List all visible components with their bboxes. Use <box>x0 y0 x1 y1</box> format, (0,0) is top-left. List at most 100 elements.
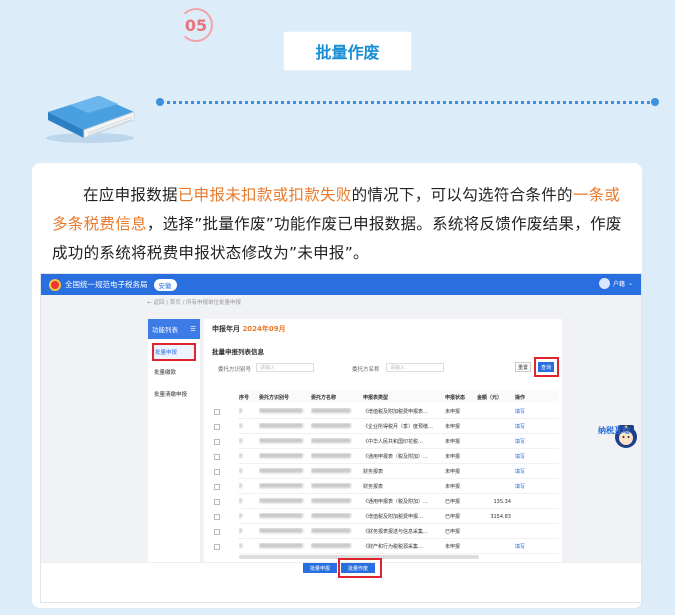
row-type: 《企业所得税月（季）度预缴… <box>363 424 434 430</box>
row-index-mark <box>239 528 259 535</box>
table-row[interactable]: 《财务报表报送与信息采集… 已申报 <box>239 525 559 539</box>
row-index-mark <box>239 543 259 550</box>
row-checkbox[interactable] <box>214 499 220 505</box>
row-taxid-redacted <box>259 438 311 445</box>
row-index-mark <box>239 513 259 520</box>
row-name-redacted <box>311 483 363 490</box>
row-index-mark <box>239 423 259 430</box>
period-label: 申报年月 <box>212 325 240 333</box>
row-taxid-redacted <box>259 423 311 430</box>
row-checkbox[interactable] <box>214 544 220 550</box>
system-title: 全国统一规范电子税务局 <box>65 280 148 289</box>
row-taxid-redacted <box>259 528 311 535</box>
query-label-id: 委托方识别号 <box>218 367 252 373</box>
row-op-link[interactable]: 填写 <box>515 468 535 475</box>
sidebar-item-bulk-submit[interactable]: 批量申报 <box>152 343 196 361</box>
bulk-void-highlight-box <box>338 558 382 578</box>
sidebar-item-bulk-pay[interactable]: 批量缴款 <box>148 361 200 383</box>
reset-button[interactable]: 重置 <box>515 362 531 372</box>
row-taxid-redacted <box>259 498 311 505</box>
row-taxid-redacted <box>259 408 311 415</box>
query-input-id[interactable]: 请输入 <box>256 363 314 372</box>
row-name-redacted <box>311 438 363 445</box>
row-amount: 3154.83 <box>490 513 511 520</box>
row-checkbox[interactable] <box>214 439 220 445</box>
table-row[interactable]: 《通用申报表（税及附加）… 未申报 填写 <box>239 450 559 464</box>
tax-mascot-icon[interactable]: 纳税互动 <box>596 413 640 453</box>
desc-part1: 在应申报数据 <box>83 186 178 204</box>
table-row[interactable]: 《财产和行为税税源采集… 未申报 填写 <box>239 540 559 554</box>
table-row[interactable]: 《中华人民共和国印花税… 未申报 填写 <box>239 435 559 449</box>
col-header-status: 申报状态 <box>445 394 466 401</box>
row-status: 未申报 <box>445 469 461 475</box>
row-status: 未申报 <box>445 439 461 445</box>
table-row[interactable]: 《企业所得税月（季）度预缴… 未申报 填写 <box>239 420 559 434</box>
row-op-link[interactable]: 填写 <box>515 438 535 445</box>
row-checkbox[interactable] <box>214 514 220 520</box>
row-status: 已申报 <box>445 529 461 535</box>
row-type: 《通用申报表（税及附加）… <box>363 499 429 505</box>
row-type: 《通用申报表（税及附加）… <box>363 454 429 460</box>
national-emblem-icon <box>49 278 61 291</box>
row-status: 未申报 <box>445 409 461 415</box>
row-status: 未申报 <box>445 484 461 490</box>
sidebar-header-label: 功能列表 <box>152 326 178 334</box>
col-header-name: 委托方名称 <box>311 394 337 401</box>
line-dot-right <box>651 98 659 106</box>
row-op-link[interactable]: 填写 <box>515 543 535 550</box>
col-header-amount: 金额（元） <box>477 394 503 401</box>
section-title: 批量作废 <box>284 32 411 70</box>
query-input-name[interactable]: 请输入 <box>386 363 444 372</box>
table-row[interactable]: 《增值税及附加税费申报表… 未申报 填写 <box>239 405 559 419</box>
tax-system-screenshot: 全国统一规范电子税务局 安徽 户籍 ⌄ ← 返回 | 首页 / 所有申报单位批量… <box>40 273 642 603</box>
sidebar-item-bulk-clear[interactable]: 批量清缴申报 <box>148 383 200 405</box>
menu-icon[interactable]: ☰ <box>190 325 196 333</box>
col-header-index: 序号 <box>239 394 250 401</box>
table-row[interactable]: 《增值税及附加税费申报… 已申报 3154.83 <box>239 510 559 524</box>
row-op-link[interactable]: 填写 <box>515 423 535 430</box>
description-paragraph: 在应申报数据已申报未扣款或扣款失败的情况下，可以勾选符合条件的一条或多条税费信息… <box>52 181 624 268</box>
breadcrumb[interactable]: ← 返回 | 首页 / 所有申报单位批量申报 <box>147 298 241 306</box>
search-highlight-box <box>534 357 559 377</box>
row-index-mark <box>239 483 259 490</box>
row-name-redacted <box>311 468 363 475</box>
book-icon <box>46 96 135 143</box>
sidebar-header: 功能列表 ☰ <box>148 319 200 339</box>
row-checkbox[interactable] <box>214 529 220 535</box>
period-display: 申报年月 2024年09月 <box>212 324 286 334</box>
row-checkbox[interactable] <box>214 469 220 475</box>
row-name-redacted <box>311 543 363 550</box>
mascot-text: 纳税互动 <box>598 425 630 435</box>
table-row[interactable]: 财务报表 未申报 填写 <box>239 465 559 479</box>
col-header-type: 申报表类型 <box>363 394 389 401</box>
table-row[interactable]: 财务报表 未申报 填写 <box>239 480 559 494</box>
row-checkbox[interactable] <box>214 424 220 430</box>
row-type: 《财产和行为税税源采集… <box>363 544 424 550</box>
row-taxid-redacted <box>259 483 311 490</box>
step-number-badge: 05 <box>179 8 213 42</box>
period-value: 2024年09月 <box>242 325 286 333</box>
row-taxid-redacted <box>259 453 311 460</box>
row-type: 财务报表 <box>363 469 384 475</box>
region-selector[interactable]: 安徽 <box>153 278 177 291</box>
row-status: 已申报 <box>445 514 461 520</box>
row-name-redacted <box>311 453 363 460</box>
row-checkbox[interactable] <box>214 409 220 415</box>
row-status: 未申报 <box>445 454 461 460</box>
bulk-submit-button[interactable]: 批量申报 <box>303 563 337 573</box>
main-panel: 申报年月 2024年09月 批量申报列表信息 委托方识别号 请输入 委托方名称 … <box>204 319 562 562</box>
row-type: 《中华人民共和国印花税… <box>363 439 424 445</box>
row-op-link[interactable]: 填写 <box>515 483 535 490</box>
row-status: 未申报 <box>445 424 461 430</box>
user-menu[interactable]: 户籍 ⌄ <box>598 278 633 289</box>
row-op-link[interactable]: 填写 <box>515 408 535 415</box>
list-section-title: 批量申报列表信息 <box>212 348 264 356</box>
row-name-redacted <box>311 528 363 535</box>
table-row[interactable]: 《通用申报表（税及附加）… 已申报 135.34 <box>239 495 559 509</box>
row-checkbox[interactable] <box>214 484 220 490</box>
query-label-name: 委托方名称 <box>352 367 380 373</box>
user-avatar-icon <box>598 278 610 289</box>
row-checkbox[interactable] <box>214 454 220 460</box>
row-op-link[interactable]: 填写 <box>515 453 535 460</box>
dotted-divider <box>160 101 656 104</box>
